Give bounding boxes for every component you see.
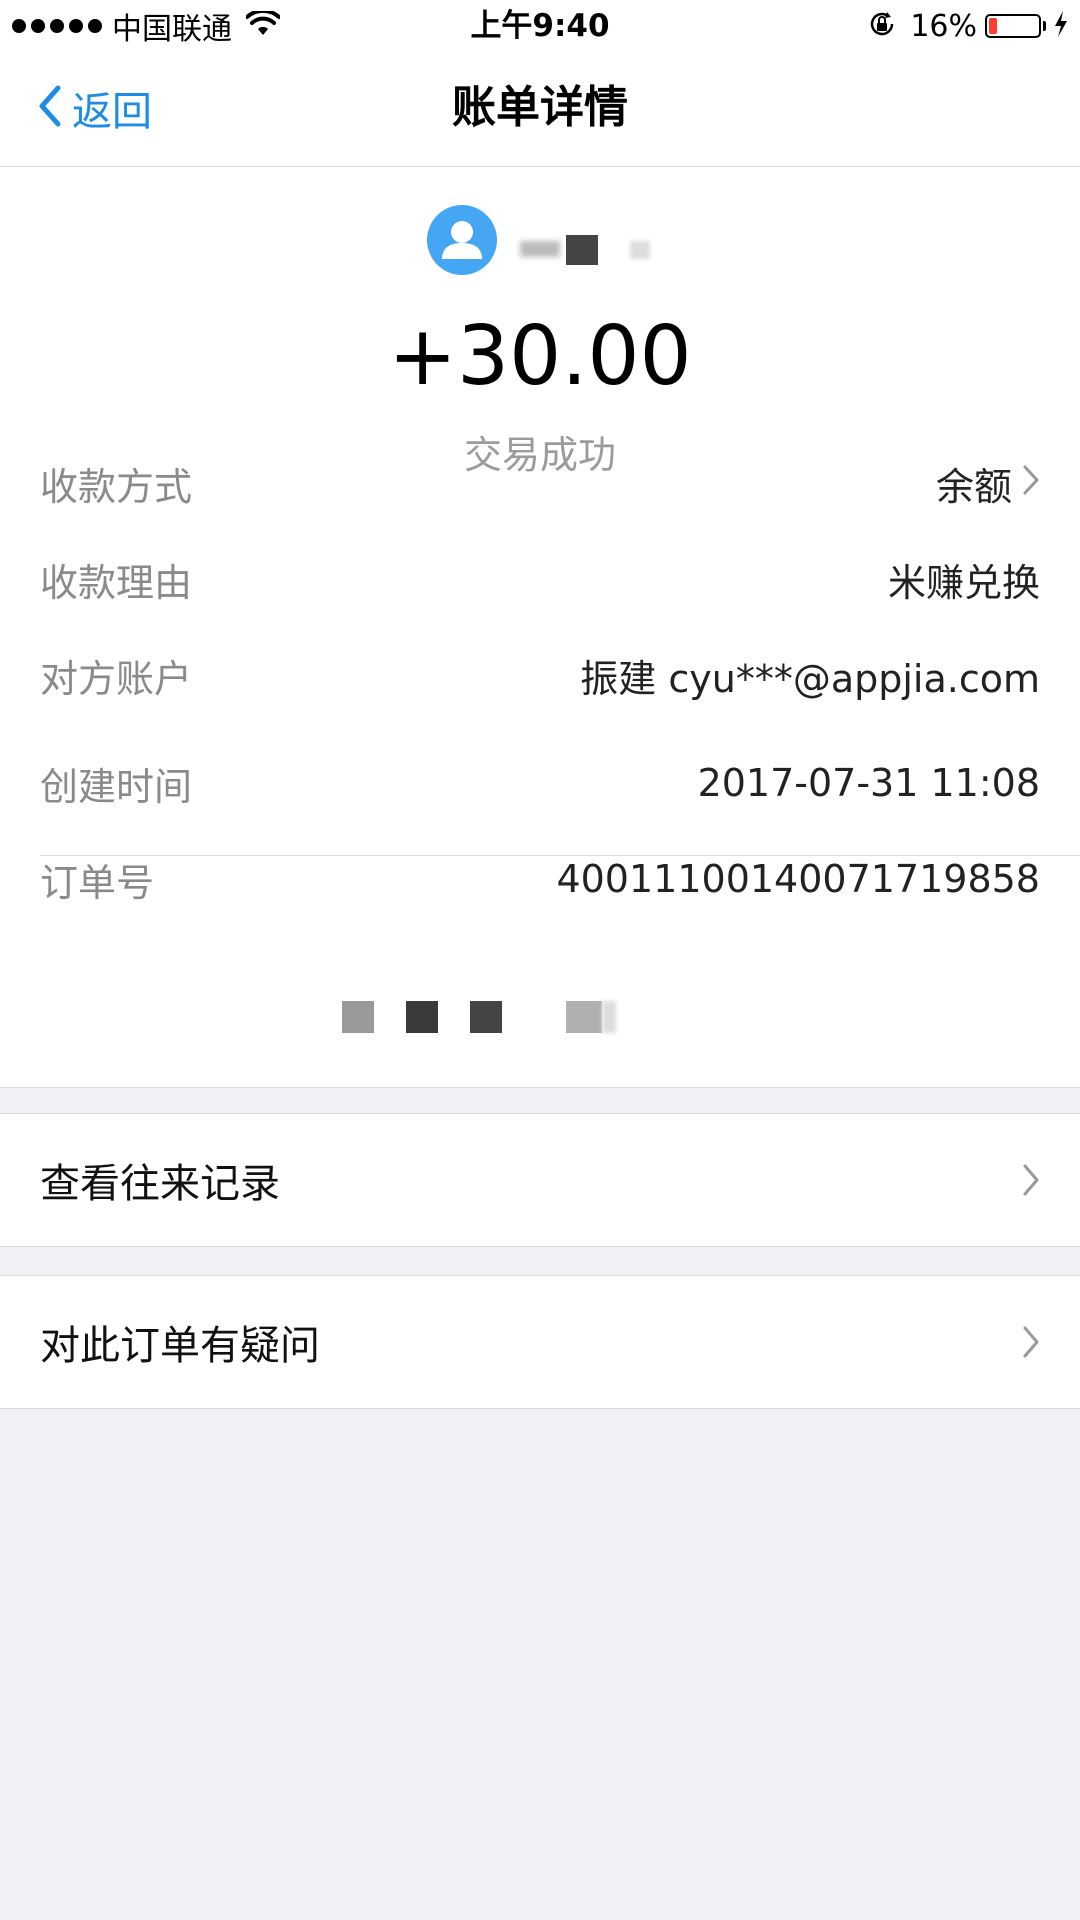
chevron-right-icon xyxy=(1022,1325,1040,1363)
payment-method-text: 余额 xyxy=(935,464,1012,509)
payment-method-value: 余额 xyxy=(936,456,1040,511)
counterparty-label: 对方账户 xyxy=(40,656,193,701)
bill-detail-card: +30.00 交易成功 收款方式 余额 收款理由 米赚兑换 对方账户 振建 cy… xyxy=(0,167,1080,1088)
order-number-value: 4001110014007171985​8 xyxy=(556,857,1040,901)
page-title: 账单详情 xyxy=(452,82,628,133)
chevron-right-icon xyxy=(1022,461,1040,505)
rotation-lock-icon xyxy=(868,10,896,42)
reason-label: 收款理由 xyxy=(40,560,193,605)
transaction-amount: +30.00 xyxy=(388,309,692,404)
view-history-button[interactable]: 查看往来记录 xyxy=(0,1113,1080,1247)
redaction-block xyxy=(406,1001,438,1033)
battery-fill xyxy=(989,18,997,34)
chevron-right-icon xyxy=(1022,1163,1040,1201)
battery-tip xyxy=(1043,21,1046,31)
created-time-row: 创建时间 2017-07-31 11:08 xyxy=(40,753,1040,813)
status-bar: 中国联通 上午9:40 16% xyxy=(0,0,1080,52)
order-number-label: 订单号 xyxy=(40,860,155,905)
payment-method-label: 收款方式 xyxy=(40,464,193,509)
counterparty-row: 对方账户 振建 cyu***@appjia.com xyxy=(40,645,1040,705)
redaction-block xyxy=(566,1001,602,1033)
navigation-bar: 返回 账单详情 xyxy=(0,52,1080,167)
status-right: 16% xyxy=(868,6,1068,46)
order-question-button[interactable]: 对此订单有疑问 xyxy=(0,1275,1080,1409)
battery-percent: 16% xyxy=(910,8,977,44)
bolt-icon xyxy=(1054,11,1068,41)
reason-value: 米赚兑换 xyxy=(887,560,1040,605)
battery-icon xyxy=(985,14,1041,38)
redaction-block xyxy=(470,1001,502,1033)
payment-method-row[interactable]: 收款方式 余额 xyxy=(40,453,1040,513)
counterparty-name-redacted xyxy=(520,235,660,265)
redaction-block xyxy=(342,1001,374,1033)
user-icon xyxy=(427,205,497,275)
created-time-value: 2017-07-31 11:08 xyxy=(697,761,1040,805)
order-question-label: 对此订单有疑问 xyxy=(40,1323,320,1369)
order-number-row: 订单号 4001110014007171985​8 xyxy=(40,849,1040,909)
redaction-block xyxy=(602,1001,616,1033)
reason-row: 收款理由 米赚兑换 xyxy=(40,549,1040,609)
view-history-label: 查看往来记录 xyxy=(40,1161,280,1207)
counterparty-value: 振建 cyu***@appjia.com xyxy=(580,656,1040,701)
created-time-label: 创建时间 xyxy=(40,764,193,809)
